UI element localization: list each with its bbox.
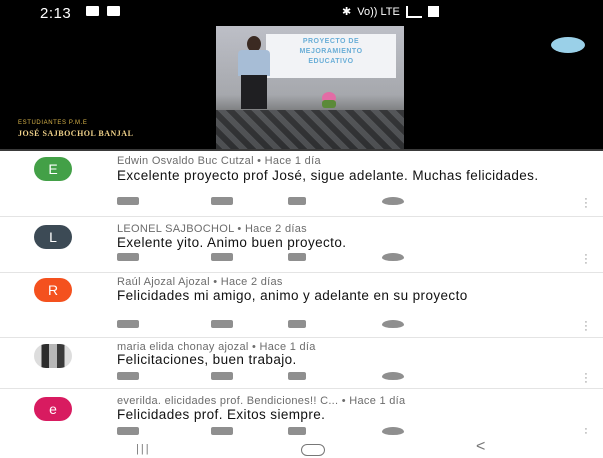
thumb-up-icon[interactable] xyxy=(117,372,139,380)
heart-icon[interactable] xyxy=(382,427,404,435)
avatar[interactable] xyxy=(34,344,72,368)
comment-text: Felicitaciones, buen trabajo. xyxy=(117,352,297,367)
comment-author-time: Raúl Ajozal Ajozal • Hace 2 días xyxy=(117,276,283,288)
network-label: Vo)) LTE xyxy=(357,5,400,18)
thumb-up-icon[interactable] xyxy=(117,427,139,435)
home-button[interactable] xyxy=(301,444,325,456)
video-floor xyxy=(216,110,404,151)
comment-text: Excelente proyecto prof José, sigue adel… xyxy=(117,168,539,183)
comment-text: Felicidades prof. Exitos siempre. xyxy=(117,407,326,422)
comment-divider xyxy=(0,388,603,389)
comment-actions xyxy=(117,372,407,382)
video-flower-pot xyxy=(322,100,336,108)
thumb-down-icon[interactable] xyxy=(211,253,233,261)
reply-icon[interactable] xyxy=(288,427,306,435)
more-vert-icon[interactable]: ··· xyxy=(584,369,588,388)
more-vert-icon[interactable]: ··· xyxy=(584,250,588,269)
thumb-up-icon[interactable] xyxy=(117,320,139,328)
comment-text: Felicidades mi amigo, animo y adelante e… xyxy=(117,288,468,303)
avatar[interactable]: e xyxy=(34,397,72,421)
heart-icon[interactable] xyxy=(382,253,404,261)
comment-author-time: LEONEL SAJBOCHOL • Hace 2 días xyxy=(117,223,307,235)
heart-icon[interactable] xyxy=(382,320,404,328)
reply-icon[interactable] xyxy=(288,197,306,205)
reply-icon[interactable] xyxy=(288,320,306,328)
back-button[interactable]: < xyxy=(476,438,485,456)
thumb-down-icon[interactable] xyxy=(211,320,233,328)
video-overlay-subtitle: ESTUDIANTES P.M.E xyxy=(18,120,88,126)
comment-divider xyxy=(0,337,603,338)
notification-icons xyxy=(86,6,120,16)
thumb-up-icon[interactable] xyxy=(117,253,139,261)
comment-divider xyxy=(0,216,603,217)
thumb-down-icon[interactable] xyxy=(211,427,233,435)
status-time: 2:13 xyxy=(40,5,72,22)
status-bar: 2:13 ✱ Vo)) LTE xyxy=(0,0,603,26)
reply-icon[interactable] xyxy=(288,253,306,261)
channel-logo-icon xyxy=(551,37,585,53)
comment-actions xyxy=(117,320,407,330)
avatar[interactable]: E xyxy=(34,157,72,181)
comment-actions xyxy=(117,197,407,207)
recent-apps-button[interactable]: ||| xyxy=(136,443,151,455)
video-player[interactable]: PROYECTO DE MEJORAMIENTO EDUCATIVO ESTUDIA… xyxy=(0,0,603,151)
avatar[interactable]: L xyxy=(34,225,72,249)
video-overlay-title: JOSÉ SAJBOCHOL BANJAL xyxy=(18,129,134,138)
battery-icon xyxy=(427,6,439,17)
heart-icon[interactable] xyxy=(382,197,404,205)
thumb-down-icon[interactable] xyxy=(211,372,233,380)
status-right-icons: ✱ Vo)) LTE xyxy=(342,5,439,18)
heart-icon[interactable] xyxy=(382,372,404,380)
thumb-down-icon[interactable] xyxy=(211,197,233,205)
video-progress-bar[interactable] xyxy=(0,149,603,151)
comment-divider xyxy=(0,272,603,273)
comment-actions xyxy=(117,253,407,263)
avatar[interactable]: R xyxy=(34,278,72,302)
signal-icon xyxy=(405,5,422,18)
reply-icon[interactable] xyxy=(288,372,306,380)
video-person xyxy=(226,32,288,112)
comment-text: Exelente yito. Animo buen proyecto. xyxy=(117,235,347,250)
more-vert-icon[interactable]: ··· xyxy=(584,194,588,213)
more-vert-icon[interactable]: ··· xyxy=(584,317,588,336)
comment-author-time: everilda. elicidades prof. Bendiciones!!… xyxy=(117,395,406,407)
thumb-up-icon[interactable] xyxy=(117,197,139,205)
comment-author-time: Edwin Osvaldo Buc Cutzal • Hace 1 día xyxy=(117,155,321,167)
bluetooth-icon: ✱ xyxy=(342,6,352,18)
